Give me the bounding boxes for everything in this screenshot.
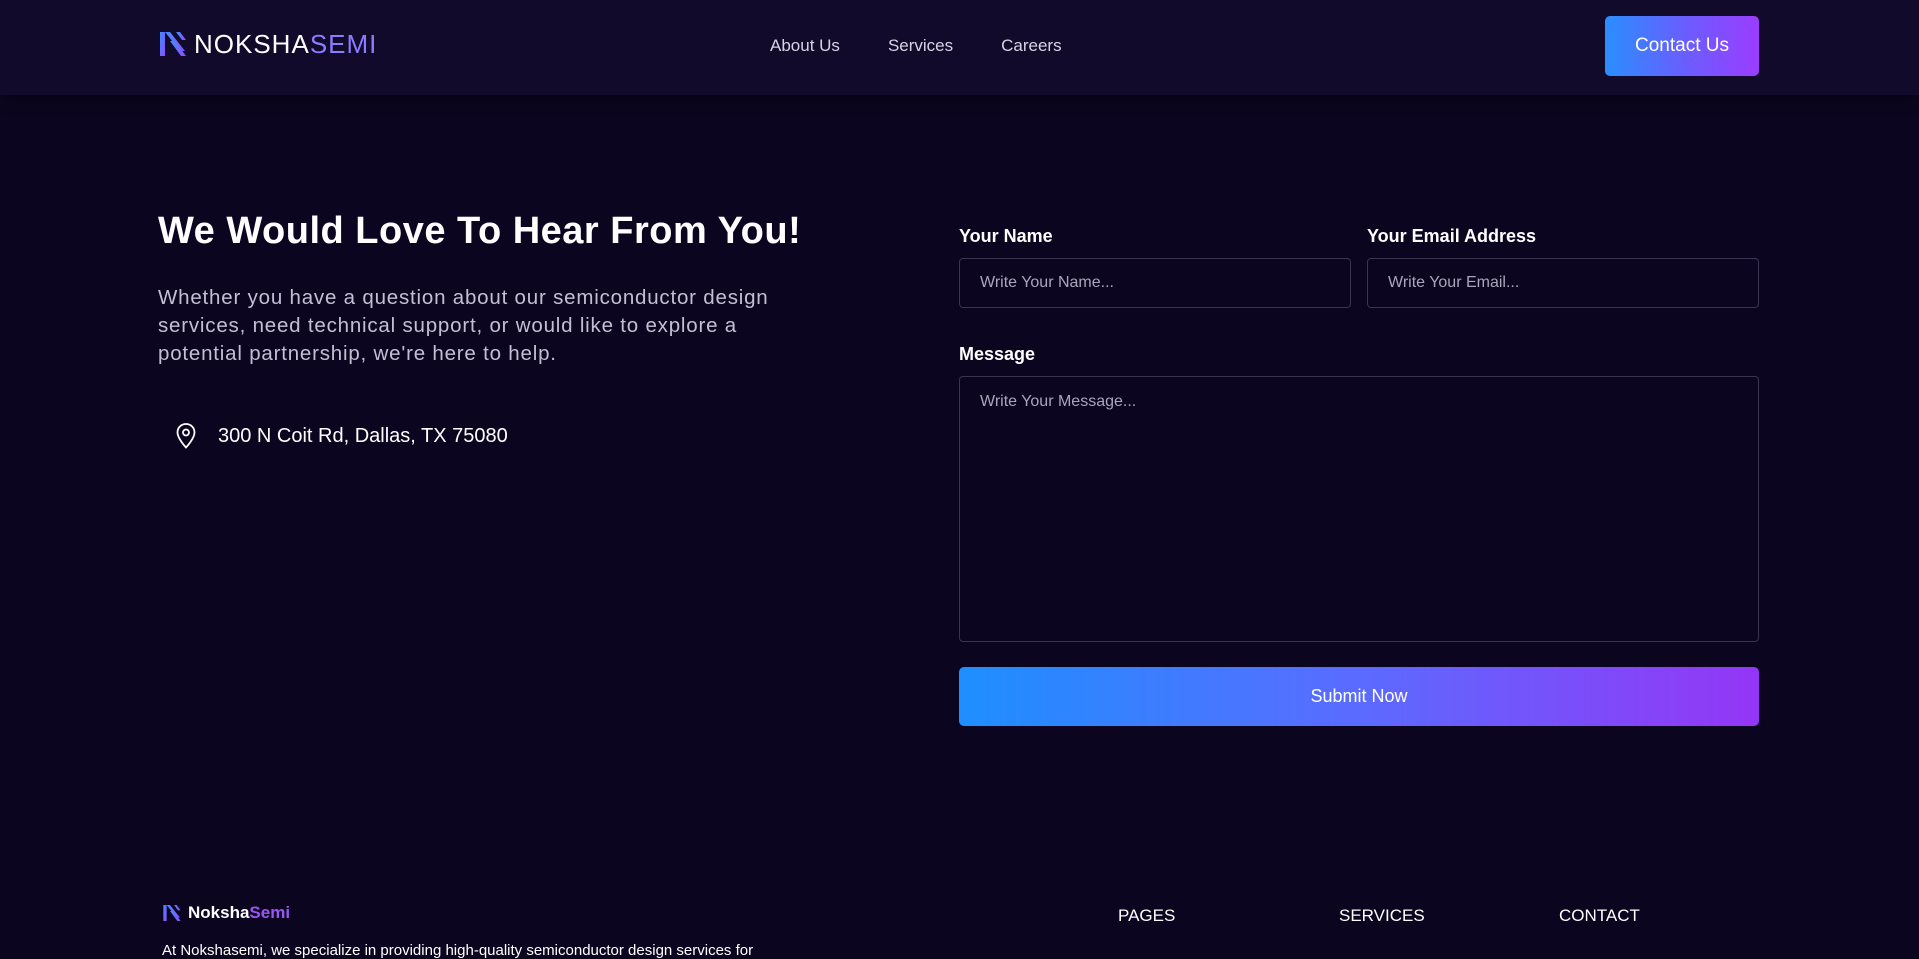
- site-logo[interactable]: NOKSHASEMI: [158, 28, 377, 60]
- logo-text-accent: SEMI: [309, 28, 378, 59]
- main-nav: About Us Services Careers: [770, 36, 1062, 56]
- noksha-logo-icon: [160, 32, 186, 56]
- site-header: NOKSHASEMI About Us Services Careers Con…: [0, 0, 1919, 95]
- intro-text: Whether you have a question about our se…: [158, 286, 769, 365]
- footer-logo[interactable]: NokshaSemi: [162, 903, 290, 923]
- logo-wordmark: NOKSHASEMI: [194, 29, 377, 60]
- footer-heading-pages: PAGES: [1118, 906, 1176, 925]
- contact-us-button[interactable]: Contact Us: [1605, 16, 1759, 76]
- address-text: 300 N Coit Rd, Dallas, TX 75080: [218, 424, 508, 447]
- footer-heading-contact: CONTACT: [1559, 906, 1640, 925]
- footer-logo-wordmark: NokshaSemi: [188, 903, 290, 923]
- footer-heading-services: SERVICES: [1339, 906, 1425, 925]
- address-row: 300 N Coit Rd, Dallas, TX 75080: [174, 422, 508, 450]
- logo-text-primary: NOKSHA: [194, 28, 310, 59]
- message-textarea[interactable]: [959, 376, 1759, 642]
- nav-services[interactable]: Services: [888, 36, 953, 56]
- footer-logo-text-accent: Semi: [249, 903, 291, 922]
- map-pin-icon: [176, 423, 196, 449]
- nav-careers[interactable]: Careers: [1001, 36, 1061, 56]
- name-input[interactable]: [959, 258, 1351, 308]
- message-label: Message: [959, 344, 1036, 364]
- footer-logo-text-primary: Noksha: [188, 903, 250, 922]
- email-label: Your Email Address: [1367, 226, 1537, 246]
- email-input[interactable]: [1367, 258, 1759, 308]
- name-label: Your Name: [959, 226, 1053, 246]
- footer-description: At Nokshasemi, we specialize in providin…: [162, 942, 754, 959]
- noksha-logo-icon: [163, 905, 181, 921]
- submit-button[interactable]: Submit Now: [959, 667, 1759, 726]
- nav-about-us[interactable]: About Us: [770, 36, 840, 56]
- page-heading: We Would Love To Hear From You!: [158, 210, 802, 252]
